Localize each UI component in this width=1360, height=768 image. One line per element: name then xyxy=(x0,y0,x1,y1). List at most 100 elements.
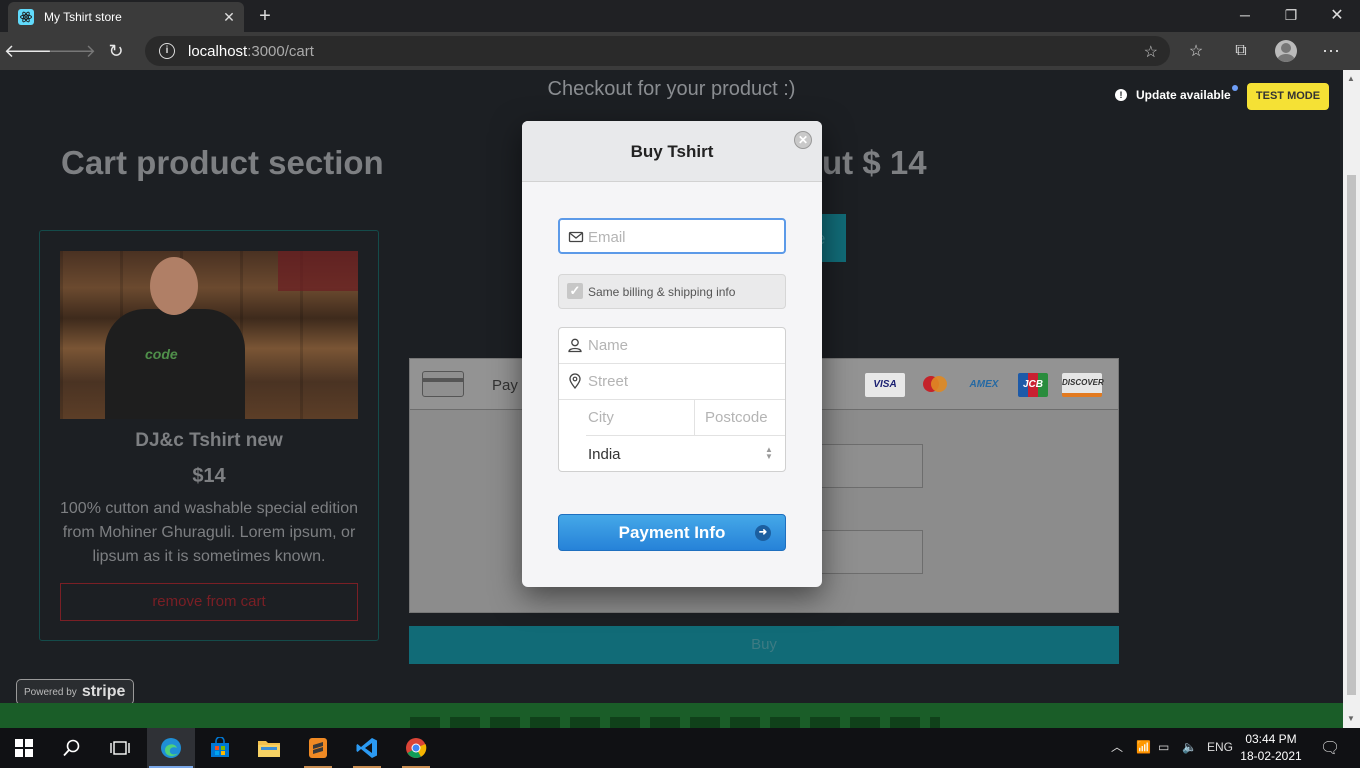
product-name: DJ&c Tshirt new xyxy=(135,430,283,451)
browser-toolbar: 🡐 🡒 ↻ i localhost:3000/cart ☆ ☆ ⧉ ⋯ xyxy=(0,32,1360,70)
page-viewport: Checkout for your product :) ! Update av… xyxy=(0,70,1343,728)
powered-by-stripe-badge[interactable]: Powered by stripe xyxy=(16,679,134,705)
search-button[interactable] xyxy=(48,728,96,768)
city-postcode-row: City Postcode xyxy=(586,400,785,436)
amex-icon: AMEX xyxy=(969,379,999,390)
name-field[interactable]: Name xyxy=(559,328,785,364)
select-arrows-icon: ▲ ▼ xyxy=(765,445,773,461)
collections-icon[interactable]: ⧉ xyxy=(1230,40,1252,62)
search-icon xyxy=(63,739,80,757)
taskbar-store[interactable] xyxy=(196,728,244,768)
taskbar-clock[interactable]: 03:44 PM 18-02-2021 xyxy=(1240,731,1302,765)
refresh-button[interactable]: ↻ xyxy=(101,37,131,65)
task-view-icon xyxy=(110,741,130,755)
update-notice[interactable]: ! Update available xyxy=(1115,88,1231,102)
network-icon[interactable]: 📶 xyxy=(1136,740,1151,754)
product-description: 100% cutton and washable special edition… xyxy=(60,500,358,565)
alert-icon: ! xyxy=(1115,89,1127,101)
url-text: localhost:3000/cart xyxy=(188,43,314,60)
start-button[interactable] xyxy=(0,728,48,768)
taskbar-sublime[interactable] xyxy=(294,728,342,768)
more-menu-icon[interactable]: ⋯ xyxy=(1320,40,1342,62)
clock-date: 18-02-2021 xyxy=(1240,749,1302,763)
checkout-modal: Buy Tshirt ✕ Email ✓ Same billing & ship… xyxy=(522,121,822,587)
clock-time: 03:44 PM xyxy=(1245,732,1297,746)
notification-center-icon[interactable]: 🗨 xyxy=(1320,738,1340,758)
payment-info-label: Payment Info xyxy=(618,523,726,542)
powered-by-label: Powered by xyxy=(24,686,77,698)
product-card: code DJ&c Tshirt new $14 100% cutton and… xyxy=(39,230,379,641)
store-icon xyxy=(211,737,229,757)
react-favicon-icon xyxy=(18,9,34,25)
taskbar-vscode[interactable] xyxy=(343,728,391,768)
scroll-down-icon[interactable]: ▼ xyxy=(1347,714,1355,723)
vscode-icon xyxy=(356,738,377,758)
dropin-field-1[interactable] xyxy=(820,444,923,488)
city-field[interactable]: City xyxy=(588,409,614,426)
street-field[interactable]: Street xyxy=(559,364,785,400)
update-text: Update available xyxy=(1136,88,1231,102)
minimize-button[interactable]: ─ xyxy=(1222,0,1268,30)
url-host: localhost xyxy=(188,43,248,60)
remove-from-cart-button[interactable]: remove from cart xyxy=(60,583,358,621)
buy-button[interactable]: Buy xyxy=(409,626,1119,664)
tab-close-icon[interactable]: ✕ xyxy=(220,8,238,26)
country-value: India xyxy=(588,446,621,463)
address-fieldset: Name Street City Postcode India ▲ ▼ xyxy=(558,327,786,472)
same-billing-toggle[interactable]: ✓ Same billing & shipping info xyxy=(558,274,786,309)
visa-icon: VISA xyxy=(865,373,905,397)
scroll-thumb[interactable] xyxy=(1347,175,1356,695)
email-field[interactable]: Email xyxy=(558,218,786,254)
name-placeholder: Name xyxy=(588,337,629,354)
discover-icon: DISCOVER xyxy=(1062,373,1104,397)
back-button[interactable]: 🡐 xyxy=(4,37,52,65)
browser-tab[interactable]: My Tshirt store ✕ xyxy=(8,2,244,32)
site-info-icon[interactable]: i xyxy=(159,43,175,59)
product-image: code xyxy=(60,251,358,419)
battery-icon[interactable]: ▭ xyxy=(1158,740,1169,754)
folder-icon xyxy=(258,741,280,757)
dropin-field-2[interactable] xyxy=(820,530,923,574)
credit-card-icon xyxy=(422,371,464,397)
new-tab-button[interactable]: + xyxy=(254,6,276,28)
restore-button[interactable]: ❐ xyxy=(1268,0,1314,30)
footer-banner xyxy=(0,703,1343,728)
browser-titlebar: My Tshirt store ✕ + ─ ❐ ✕ xyxy=(0,0,1360,32)
billing-checkbox[interactable]: ✓ xyxy=(567,283,583,299)
person-icon xyxy=(568,338,582,353)
notification-dot-icon xyxy=(1232,85,1238,91)
edge-icon xyxy=(161,738,181,758)
tray-overflow-icon[interactable]: ︿ xyxy=(1111,738,1123,755)
language-indicator[interactable]: ENG xyxy=(1207,740,1233,754)
scroll-up-icon[interactable]: ▲ xyxy=(1347,74,1355,83)
forward-button[interactable]: 🡒 xyxy=(48,37,96,65)
volume-icon[interactable]: 🔈 xyxy=(1182,740,1197,754)
modal-title: Buy Tshirt xyxy=(630,142,714,161)
close-window-button[interactable]: ✕ xyxy=(1314,0,1360,30)
taskbar-chrome[interactable] xyxy=(392,728,440,768)
stripe-logo: stripe xyxy=(81,683,126,700)
tab-title: My Tshirt store xyxy=(44,10,122,24)
windows-logo-icon xyxy=(15,739,33,757)
url-path: :3000/cart xyxy=(247,43,314,60)
sublime-text-icon xyxy=(309,738,327,758)
taskbar-edge[interactable] xyxy=(147,728,195,768)
postcode-field[interactable]: Postcode xyxy=(705,409,768,426)
mastercard-icon xyxy=(918,373,952,397)
task-view-button[interactable] xyxy=(96,728,144,768)
payment-info-button[interactable]: Payment Info ➜ xyxy=(558,514,786,551)
address-bar[interactable]: i localhost:3000/cart ☆ xyxy=(145,36,1170,66)
shirt-print-text: code xyxy=(145,346,178,362)
profile-avatar[interactable] xyxy=(1275,40,1297,62)
favorites-icon[interactable]: ☆ xyxy=(1185,40,1207,62)
arrow-right-icon: ➜ xyxy=(755,525,771,541)
taskbar-file-explorer[interactable] xyxy=(245,728,293,768)
add-favorite-icon[interactable]: ☆ xyxy=(1144,42,1158,62)
chrome-icon xyxy=(406,738,427,758)
modal-close-icon[interactable]: ✕ xyxy=(794,131,812,149)
page-scrollbar[interactable]: ▲ ▼ xyxy=(1343,70,1360,728)
windows-taskbar: ︿ 📶 ▭ 🔈 ENG 03:44 PM 18-02-2021 🗨 xyxy=(0,728,1360,768)
product-price: $14 xyxy=(192,465,226,487)
envelope-icon xyxy=(568,231,584,243)
jcb-icon: JCB xyxy=(1018,373,1048,397)
